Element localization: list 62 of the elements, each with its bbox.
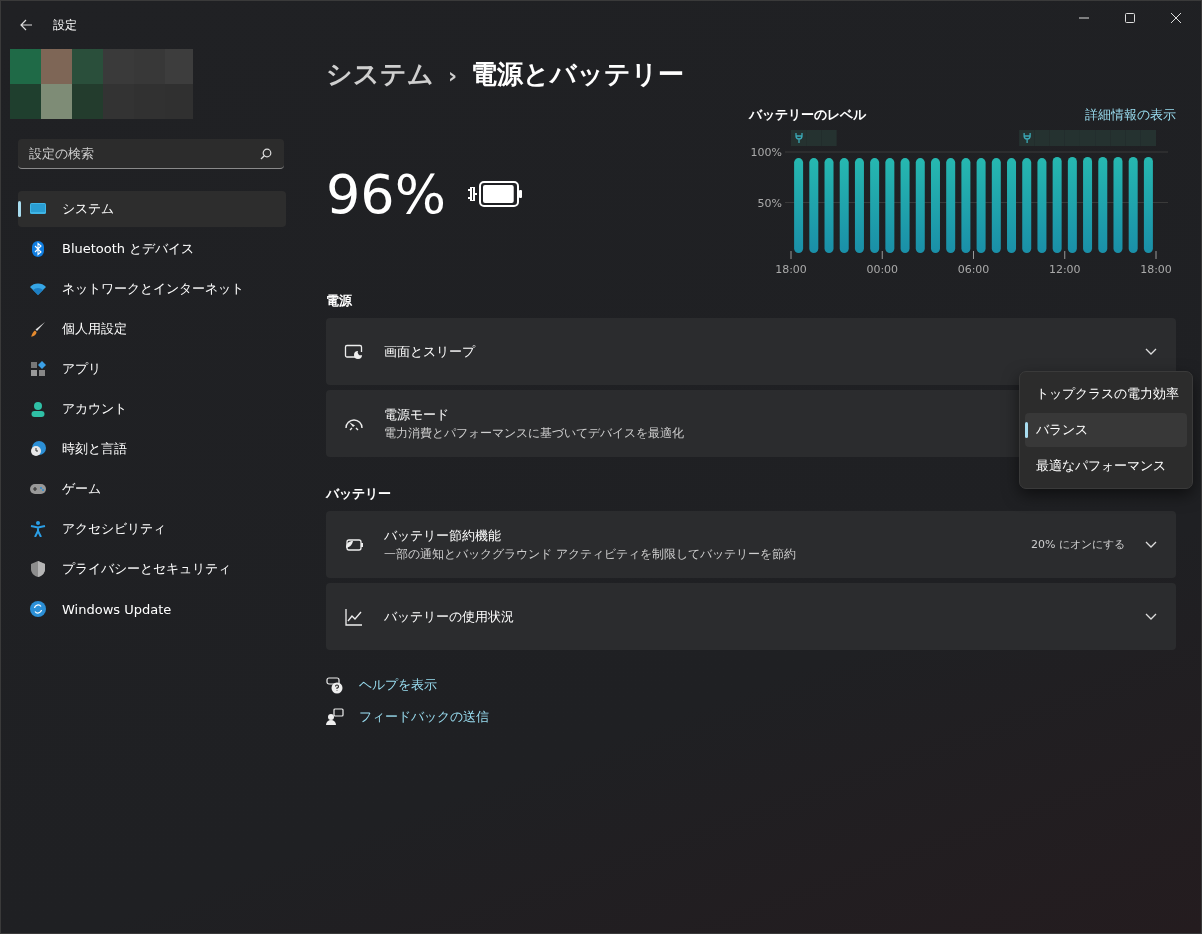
- settings-card[interactable]: 画面とスリープ: [326, 318, 1176, 385]
- card-title: 電源モード: [384, 405, 449, 424]
- maximize-icon[interactable]: [1125, 13, 1135, 23]
- sidebar-item[interactable]: Windows Update: [18, 591, 286, 627]
- sidebar-item[interactable]: Bluetooth とデバイス: [18, 231, 286, 267]
- sidebar-item[interactable]: 時刻と言語: [18, 431, 286, 467]
- page-title: 電源とバッテリー: [471, 58, 685, 91]
- section-heading: 電源: [326, 292, 353, 310]
- breadcrumb-separator: ›: [448, 63, 458, 88]
- card-title: バッテリー節約機能: [384, 526, 501, 545]
- monitor-icon: [30, 201, 46, 217]
- details-link[interactable]: 詳細情報の表示: [1085, 106, 1176, 124]
- sidebar-item[interactable]: ゲーム: [18, 471, 286, 507]
- bluetooth-icon: [30, 241, 46, 257]
- globe-clock-icon: [30, 441, 46, 457]
- sidebar-item[interactable]: ネットワークとインターネット: [18, 271, 286, 307]
- window-title: 設定: [53, 16, 77, 34]
- help-link[interactable]: ヘルプを表示: [359, 676, 437, 694]
- card-description: 一部の通知とバックグラウンド アクティビティを制限してバッテリーを節約: [384, 545, 796, 563]
- wifi-icon: [30, 281, 46, 297]
- plug-icon: [795, 132, 803, 144]
- card-description: 電力消費とパフォーマンスに基づいてデバイスを最適化: [384, 424, 684, 442]
- section-heading: バッテリー: [326, 485, 392, 503]
- sidebar-item[interactable]: アプリ: [18, 351, 286, 387]
- line-chart-icon: [344, 606, 364, 627]
- battery-icon: [479, 181, 524, 207]
- menu-item[interactable]: バランス: [1025, 413, 1187, 447]
- y-tick-label: 100%: [750, 146, 782, 159]
- brush-icon: [30, 321, 46, 337]
- y-tick-label: 50%: [757, 196, 782, 210]
- settings-card[interactable]: バッテリーの使用状況: [326, 583, 1176, 650]
- accessibility-icon: [30, 521, 46, 537]
- shield-icon: [30, 561, 46, 577]
- sidebar-item[interactable]: システム: [18, 191, 286, 227]
- x-tick-label: 12:00: [1048, 263, 1081, 276]
- card-title: 画面とスリープ: [384, 342, 475, 361]
- chart-title: バッテリーのレベル: [749, 106, 866, 124]
- battery-percentage: 96%: [326, 162, 447, 226]
- update-icon: [30, 601, 46, 617]
- settings-card[interactable]: バッテリー節約機能 一部の通知とバックグラウンド アクティビティを制限してバッテリーを節約 20% にオンにする: [326, 511, 1176, 578]
- close-icon[interactable]: [1171, 13, 1181, 23]
- help-chat-icon: [326, 676, 344, 694]
- sidebar-item[interactable]: 個人用設定: [18, 311, 286, 347]
- sidebar-item[interactable]: アクセシビリティ: [18, 511, 286, 547]
- search-field[interactable]: 設定の検索: [18, 139, 284, 169]
- back-icon[interactable]: [19, 18, 33, 32]
- card-title: バッテリーの使用状況: [384, 607, 514, 626]
- feedback-icon: [326, 708, 344, 726]
- sidebar-item[interactable]: アカウント: [18, 391, 286, 427]
- x-tick-label: 18:00: [1140, 263, 1172, 276]
- plug-icon: [1023, 132, 1031, 144]
- sidebar-item[interactable]: プライバシーとセキュリティ: [18, 551, 286, 587]
- x-tick-label: 00:00: [866, 263, 899, 276]
- x-tick-label: 06:00: [957, 263, 990, 276]
- person-icon: [30, 401, 46, 417]
- apps-icon: [30, 361, 46, 377]
- search-icon: [260, 148, 272, 160]
- breadcrumb-parent[interactable]: システム: [326, 57, 434, 92]
- card-value: 20% にオンにする: [1031, 537, 1125, 552]
- gamepad-icon: [30, 481, 46, 497]
- feedback-link[interactable]: フィードバックの送信: [359, 708, 489, 726]
- x-tick-label: 18:00: [775, 263, 807, 276]
